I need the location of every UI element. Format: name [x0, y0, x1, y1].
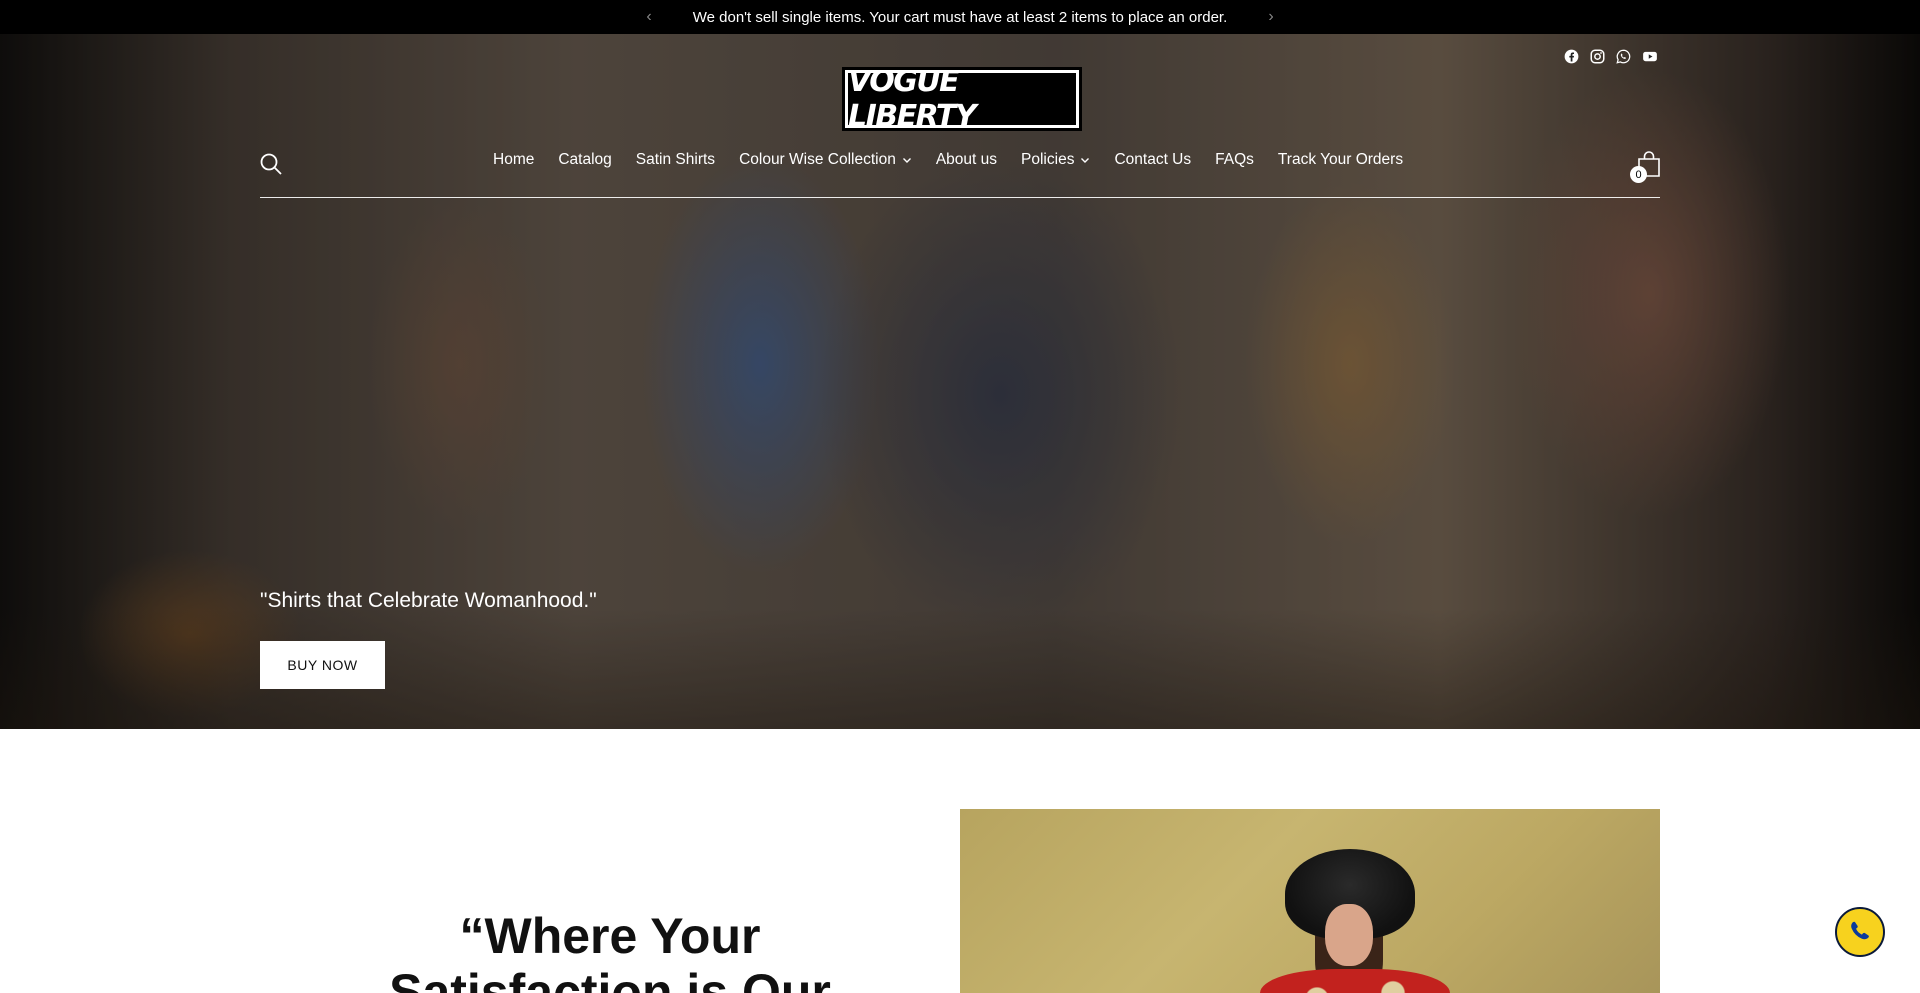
chevron-left-icon[interactable]: ‹	[640, 8, 658, 26]
facebook-icon[interactable]	[1563, 48, 1580, 65]
chevron-down-icon	[1081, 158, 1090, 163]
header-divider	[260, 197, 1660, 198]
main-nav: Home Catalog Satin Shirts Colour Wise Co…	[493, 151, 1427, 169]
youtube-icon[interactable]	[1641, 48, 1658, 65]
section-headline: “Where Your Satisfaction is Our	[389, 908, 831, 993]
nav-faqs[interactable]: FAQs	[1215, 151, 1254, 169]
nav-label: Contact Us	[1114, 151, 1192, 168]
nav-label: Colour Wise Collection	[739, 151, 896, 168]
nav-label: Home	[493, 151, 535, 168]
whatsapp-chat-icon[interactable]	[1835, 907, 1885, 957]
nav-label: Policies	[1021, 151, 1075, 168]
nav-contact-us[interactable]: Contact Us	[1114, 151, 1191, 169]
nav-satin-shirts[interactable]: Satin Shirts	[636, 151, 715, 169]
announcement-text: We don't sell single items. Your cart mu…	[692, 8, 1228, 26]
social-links	[1563, 48, 1658, 65]
logo-text: VOGUE LIBERTY	[848, 64, 977, 134]
chevron-right-icon[interactable]: ›	[1262, 8, 1280, 26]
hero-banner: VOGUE LIBERTY Home Catalog Satin Shirts …	[0, 34, 1920, 729]
announcement-bar: ‹ We don't sell single items. Your cart …	[0, 0, 1920, 34]
nav-catalog[interactable]: Catalog	[558, 151, 611, 169]
featured-photo	[960, 809, 1660, 993]
cart-button[interactable]: 0	[1630, 150, 1662, 183]
cart-count-badge: 0	[1630, 166, 1647, 183]
nav-home[interactable]: Home	[493, 151, 534, 169]
nav-label: Track Your Orders	[1277, 151, 1404, 168]
nav-colour-wise-collection[interactable]: Colour Wise Collection	[739, 151, 912, 169]
whatsapp-icon[interactable]	[1615, 48, 1632, 65]
hero-tagline: "Shirts that Celebrate Womanhood."	[260, 589, 597, 612]
chevron-down-icon	[902, 158, 911, 163]
nav-label: Catalog	[558, 151, 612, 168]
instagram-icon[interactable]	[1589, 48, 1606, 65]
nav-label: About us	[935, 151, 998, 168]
nav-about-us[interactable]: About us	[936, 151, 997, 169]
nav-label: FAQs	[1215, 151, 1254, 168]
site-logo[interactable]: VOGUE LIBERTY	[842, 64, 1082, 134]
nav-track-your-orders[interactable]: Track Your Orders	[1278, 151, 1403, 169]
nav-policies[interactable]: Policies	[1021, 151, 1090, 169]
buy-now-button[interactable]: BUY NOW	[260, 641, 385, 689]
search-icon[interactable]	[259, 152, 283, 176]
nav-label: Satin Shirts	[635, 151, 716, 168]
